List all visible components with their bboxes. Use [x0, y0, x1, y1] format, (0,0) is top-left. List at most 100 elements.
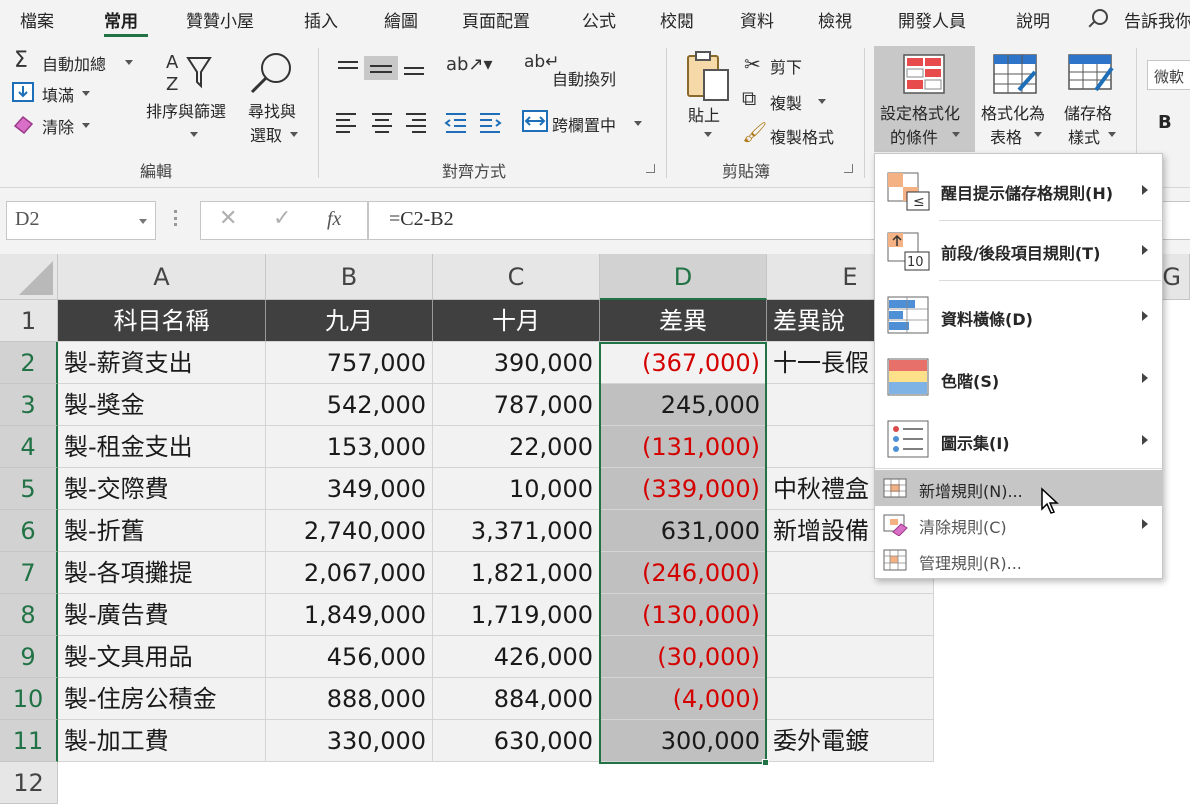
table-cell[interactable]: 製-獎金 [58, 384, 266, 426]
fill-button[interactable]: 填滿 [42, 82, 74, 106]
tab-insert[interactable]: 插入 [304, 7, 338, 32]
menu-item-manage-rules[interactable]: 管理規則(R)... [875, 542, 1162, 578]
row-header[interactable]: 8 [0, 594, 58, 636]
tab-custom[interactable]: 贊贊小屋 [186, 7, 254, 32]
table-cell[interactable]: 製-各項攤提 [58, 552, 266, 594]
tab-page-layout[interactable]: 頁面配置 [462, 7, 530, 32]
table-cell[interactable]: 542,000 [266, 384, 433, 426]
table-cell[interactable]: (130,000) [600, 594, 767, 636]
table-cell[interactable]: 製-薪資支出 [58, 342, 266, 384]
tab-developer[interactable]: 開發人員 [898, 7, 966, 32]
find-select-button[interactable]: 尋找與 [248, 98, 296, 122]
merge-center-button[interactable]: 跨欄置中 [552, 112, 616, 136]
menu-item-top-bottom-rules[interactable]: 10 前段/後段項目規則(T) [875, 222, 1162, 280]
column-header-c[interactable]: C [433, 254, 600, 300]
column-header-b[interactable]: B [266, 254, 433, 300]
row-header[interactable]: 5 [0, 468, 58, 510]
menu-item-data-bars[interactable]: 資料橫條(D) [875, 286, 1162, 346]
chevron-down-icon[interactable] [704, 132, 712, 137]
table-cell[interactable]: 2,067,000 [266, 552, 433, 594]
row-header[interactable]: 7 [0, 552, 58, 594]
clear-button[interactable]: 清除 [42, 114, 74, 138]
table-cell[interactable]: 888,000 [266, 678, 433, 720]
table-cell[interactable]: 2,740,000 [266, 510, 433, 552]
table-cell[interactable]: 1,849,000 [266, 594, 433, 636]
table-cell[interactable]: 1,821,000 [433, 552, 600, 594]
tab-help[interactable]: 說明 [1016, 7, 1050, 32]
tab-data[interactable]: 資料 [740, 7, 774, 32]
table-cell[interactable]: (30,000) [600, 636, 767, 678]
column-header-a[interactable]: A [58, 254, 266, 300]
table-cell[interactable]: 1,719,000 [433, 594, 600, 636]
table-header-cell[interactable]: 科目名稱 [58, 300, 266, 342]
table-cell[interactable]: 300,000 [600, 720, 767, 762]
chevron-down-icon[interactable] [1034, 132, 1042, 137]
menu-item-icon-sets[interactable]: 圖示集(I) [875, 410, 1162, 470]
table-cell[interactable]: 製-折舊 [58, 510, 266, 552]
table-header-cell[interactable]: 差異 [600, 300, 767, 342]
row-header[interactable]: 9 [0, 636, 58, 678]
table-cell[interactable]: 884,000 [433, 678, 600, 720]
table-cell[interactable]: 631,000 [600, 510, 767, 552]
active-cell[interactable]: (367,000) [600, 342, 767, 384]
chevron-down-icon[interactable] [125, 60, 133, 65]
resize-handle[interactable] [174, 210, 177, 226]
cut-button[interactable]: 剪下 [770, 54, 802, 78]
table-cell[interactable]: 787,000 [433, 384, 600, 426]
table-cell[interactable]: (4,000) [600, 678, 767, 720]
table-cell[interactable]: 390,000 [433, 342, 600, 384]
chevron-down-icon[interactable] [82, 91, 90, 96]
table-cell[interactable]: 製-文具用品 [58, 636, 266, 678]
row-header[interactable]: 1 [0, 300, 58, 342]
table-cell[interactable]: 製-廣告費 [58, 594, 266, 636]
table-cell[interactable]: 製-交際費 [58, 468, 266, 510]
tab-view[interactable]: 檢視 [818, 7, 852, 32]
table-cell[interactable] [767, 678, 934, 720]
text-orientation-icon[interactable]: ab↗▾ [446, 54, 493, 75]
tab-draw[interactable]: 繪圖 [384, 7, 418, 32]
table-cell[interactable]: 10,000 [433, 468, 600, 510]
select-all-button[interactable] [0, 254, 58, 300]
table-cell[interactable]: 349,000 [266, 468, 433, 510]
table-cell[interactable]: (339,000) [600, 468, 767, 510]
table-cell[interactable]: 630,000 [433, 720, 600, 762]
table-cell[interactable] [767, 594, 934, 636]
tab-formulas[interactable]: 公式 [582, 7, 616, 32]
table-cell[interactable]: 製-租金支出 [58, 426, 266, 468]
menu-item-clear-rules[interactable]: 清除規則(C) [875, 506, 1162, 542]
insert-function-button[interactable]: fx [327, 208, 341, 231]
chevron-down-icon[interactable] [290, 132, 298, 137]
bold-button[interactable]: B [1158, 112, 1172, 133]
table-cell[interactable]: 委外電鍍 [767, 720, 934, 762]
table-cell[interactable]: 22,000 [433, 426, 600, 468]
row-header[interactable]: 4 [0, 426, 58, 468]
tab-file[interactable]: 檔案 [20, 7, 54, 32]
format-as-table-button[interactable]: 格式化為 [981, 100, 1045, 124]
chevron-down-icon[interactable] [190, 132, 198, 137]
check-icon[interactable]: ✓ [273, 206, 291, 231]
table-cell[interactable]: (246,000) [600, 552, 767, 594]
dialog-launcher-icon[interactable] [646, 164, 655, 173]
chevron-down-icon[interactable] [1108, 132, 1116, 137]
cancel-icon[interactable]: ✕ [219, 206, 237, 231]
dialog-launcher-icon[interactable] [844, 164, 853, 173]
row-header[interactable]: 3 [0, 384, 58, 426]
tab-review[interactable]: 校閱 [660, 7, 694, 32]
table-cell[interactable]: 757,000 [266, 342, 433, 384]
table-cell[interactable]: 製-加工費 [58, 720, 266, 762]
table-header-cell[interactable]: 九月 [266, 300, 433, 342]
search-icon[interactable] [1092, 9, 1108, 25]
table-cell[interactable]: 153,000 [266, 426, 433, 468]
chevron-down-icon[interactable] [818, 99, 826, 104]
table-cell[interactable]: 330,000 [266, 720, 433, 762]
table-cell[interactable]: 製-住房公積金 [58, 678, 266, 720]
chevron-down-icon[interactable] [82, 123, 90, 128]
table-cell[interactable]: 3,371,000 [433, 510, 600, 552]
align-top-icons[interactable] [334, 56, 432, 80]
table-cell[interactable]: 245,000 [600, 384, 767, 426]
wrap-text-button[interactable]: 自動換列 [552, 66, 616, 90]
copy-button[interactable]: 複製 [770, 90, 802, 114]
font-name-field[interactable]: 微軟 [1147, 60, 1190, 90]
cell-styles-button[interactable]: 儲存格 [1064, 100, 1112, 124]
name-box[interactable]: D2 [6, 201, 156, 240]
